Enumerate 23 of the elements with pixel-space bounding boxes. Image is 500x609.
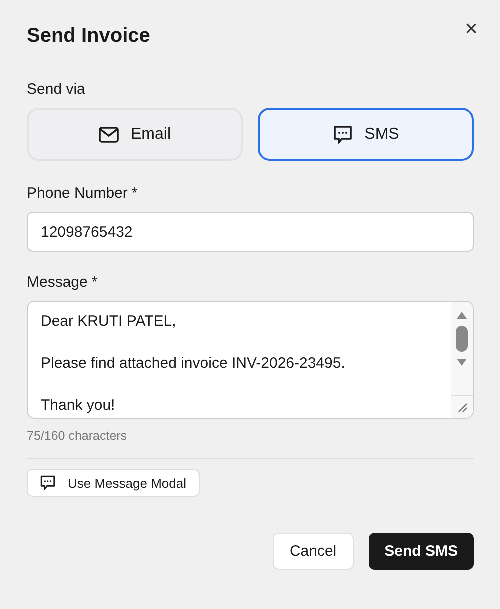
use-message-modal-button[interactable]: Use Message Modal [27, 469, 200, 497]
resize-grip-icon[interactable] [456, 401, 468, 413]
message-paragraph: Thank you! [41, 396, 116, 416]
close-button[interactable]: × [463, 18, 480, 40]
message-paragraph: Dear KRUTI PATEL, [41, 312, 178, 332]
scroll-thumb-icon[interactable] [456, 326, 468, 352]
chat-bubble-icon [40, 475, 56, 491]
message-paragraph: Please find attached invoice INV-2026-23495. [41, 354, 346, 374]
scroll-down-icon[interactable] [456, 358, 468, 368]
message-textarea[interactable]: Dear KRUTI PATEL, Please find attached invoice INV-2026-23495. Thank you! [27, 301, 474, 419]
field-label: Phone Number * [27, 185, 139, 202]
dialog-title: Send Invoice [27, 25, 150, 48]
field-label: Send via [27, 81, 86, 98]
scroll-up-icon[interactable] [456, 310, 468, 320]
field-label: Message * [27, 274, 99, 291]
send-sms-button[interactable]: Send SMS [368, 533, 474, 570]
character-counter: 75/160 characters [27, 429, 128, 443]
cancel-button[interactable]: Cancel [272, 533, 354, 570]
channel-option[interactable]: Email [27, 108, 243, 161]
phone-input[interactable]: 12098765432 [27, 212, 474, 252]
chat-bubble-icon [332, 124, 353, 144]
channel-option[interactable]: SMS [258, 108, 474, 161]
envelope-icon [98, 126, 119, 142]
